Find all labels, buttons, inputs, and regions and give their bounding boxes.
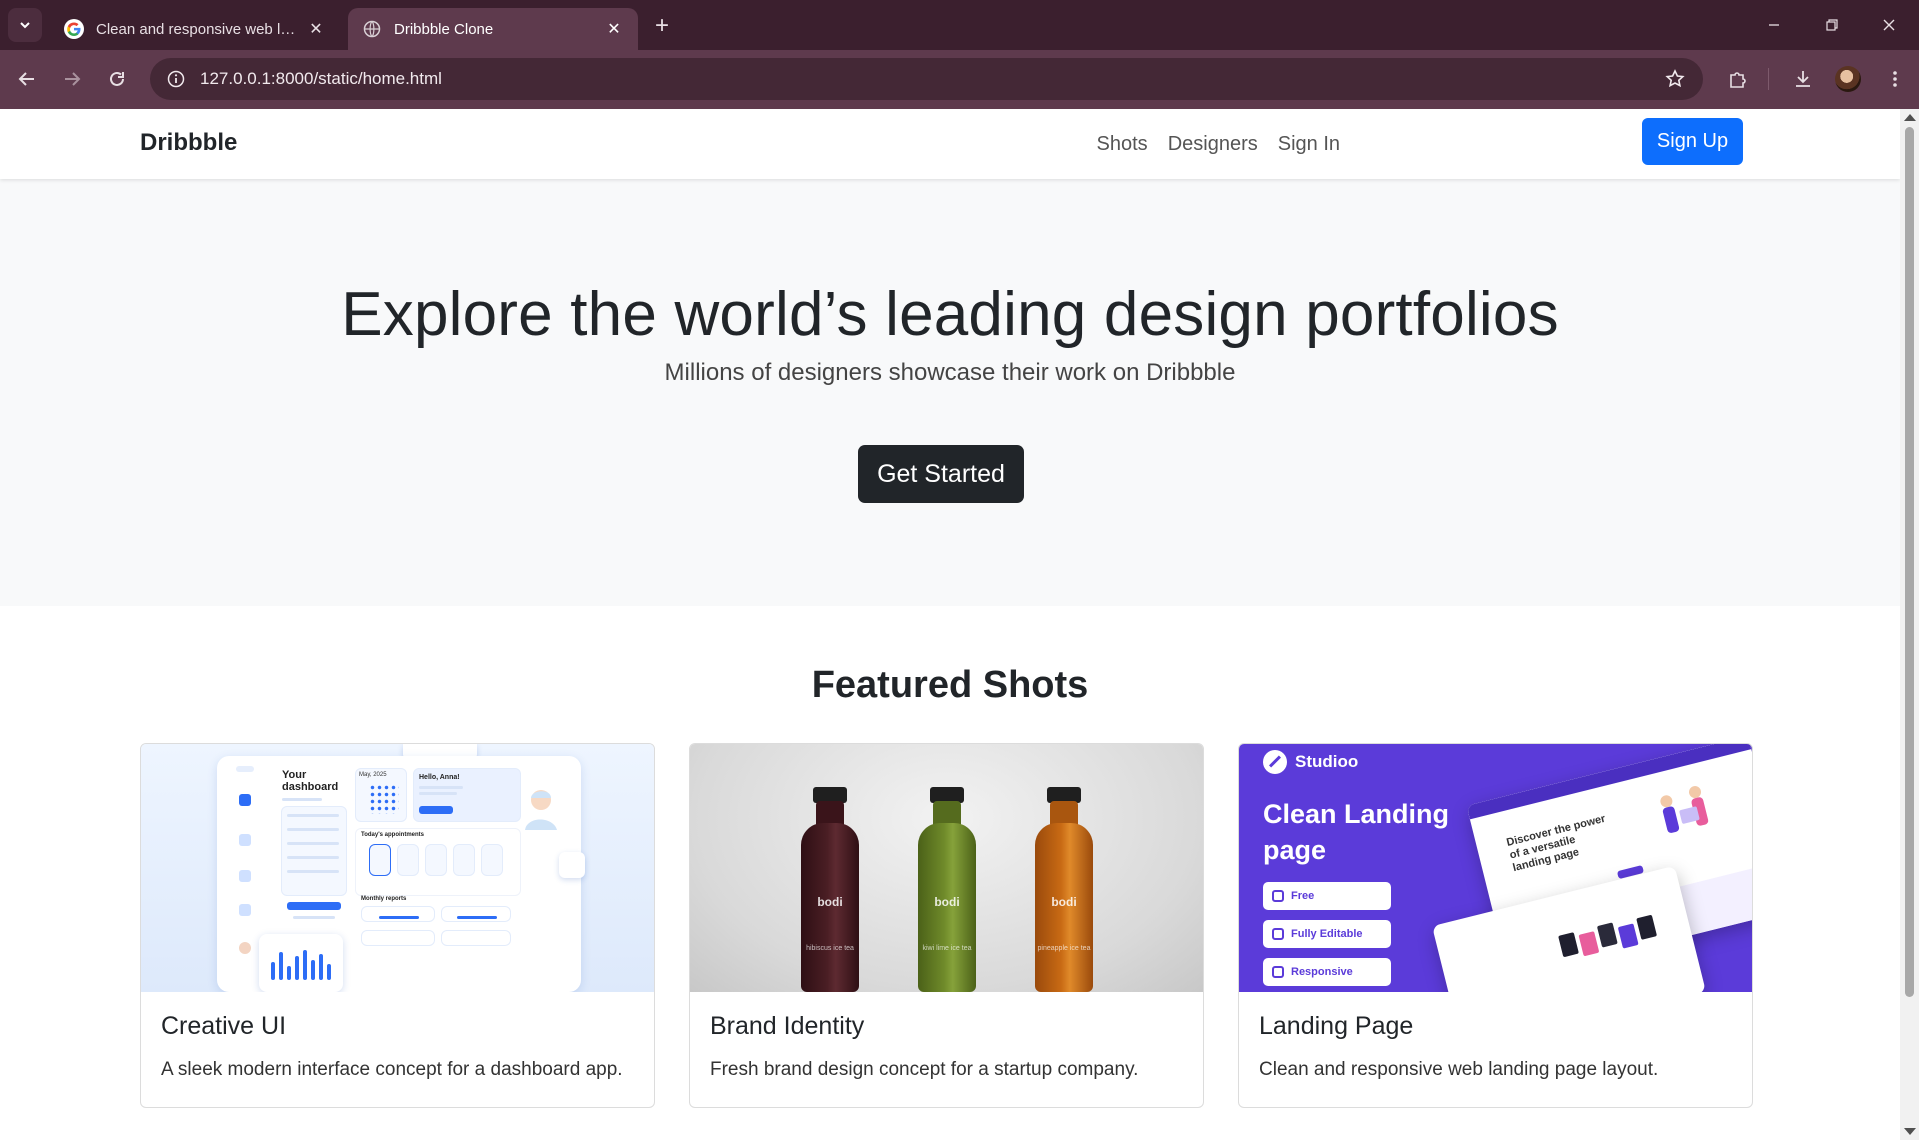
menu-button[interactable] bbox=[1878, 62, 1912, 96]
landing-headline: Clean Landing page bbox=[1263, 799, 1450, 865]
reload-icon bbox=[110, 71, 124, 86]
devices-icon bbox=[1272, 966, 1284, 978]
nav-link-shots[interactable]: Shots bbox=[1097, 133, 1148, 156]
reports-label: Monthly reports bbox=[361, 896, 407, 902]
arrow-left-icon bbox=[18, 72, 34, 86]
card-title: Creative UI bbox=[161, 1012, 287, 1040]
profile-avatar[interactable] bbox=[1835, 66, 1861, 92]
card-description: A sleek modern interface concept for a d… bbox=[161, 1059, 623, 1080]
download-icon bbox=[1796, 71, 1810, 87]
restore-icon bbox=[1826, 19, 1838, 31]
toolbar-divider bbox=[1768, 68, 1769, 90]
tag-icon bbox=[1272, 890, 1284, 902]
bottle-hibiscus: bodi hibiscus ice tea bbox=[801, 787, 859, 992]
minimize-icon bbox=[1769, 24, 1779, 26]
address-bar[interactable]: 127.0.0.1:8000/static/home.html bbox=[150, 58, 1703, 100]
calendar-grid bbox=[369, 784, 399, 814]
bottle-pineapple: bodi pineapple ice tea bbox=[1035, 787, 1093, 992]
scroll-down-arrow-icon[interactable] bbox=[1904, 1128, 1916, 1135]
edit-icon bbox=[1272, 928, 1284, 940]
close-window-button[interactable] bbox=[1867, 8, 1911, 42]
puzzle-icon bbox=[1730, 72, 1746, 88]
landing-thumbnail: Discover the power of a versatile landin… bbox=[1239, 744, 1752, 992]
studioo-logo: Studioo bbox=[1263, 750, 1358, 774]
pill-free: Free bbox=[1263, 882, 1391, 910]
hero-subtitle: Millions of designers showcase their wor… bbox=[664, 359, 1236, 386]
get-started-button[interactable]: Get Started bbox=[858, 445, 1024, 503]
scrollbar-thumb[interactable] bbox=[1905, 127, 1914, 997]
bottle-kiwi-lime: bodi kiwi lime ice tea bbox=[918, 787, 976, 992]
tab-dribbble-clone[interactable]: Dribbble Clone ✕ bbox=[348, 8, 638, 50]
browser-chrome: Clean and responsive web landi ✕ Dribbbl… bbox=[0, 0, 1919, 109]
sign-up-button[interactable]: Sign Up bbox=[1642, 118, 1743, 165]
browser-toolbar: 127.0.0.1:8000/static/home.html bbox=[0, 50, 1919, 109]
card-body: Creative UI A sleek modern interface con… bbox=[141, 992, 654, 1107]
google-g-icon bbox=[64, 19, 84, 39]
chevron-down-icon bbox=[20, 22, 30, 29]
reload-button[interactable] bbox=[100, 62, 134, 96]
card-title: Brand Identity bbox=[710, 1012, 865, 1040]
bar-chart-widget bbox=[259, 934, 343, 992]
forward-button[interactable] bbox=[55, 62, 89, 96]
tab-title: Dribbble Clone bbox=[394, 20, 494, 38]
pill-fully-editable: Fully Editable bbox=[1263, 920, 1391, 948]
site-info-icon[interactable] bbox=[164, 67, 188, 91]
shot-card-creative-ui[interactable]: Your dashboard May, 2025 Hello, Anna! To… bbox=[140, 743, 655, 1108]
kebab-menu-icon bbox=[1893, 71, 1897, 87]
page-scrollbar[interactable] bbox=[1900, 109, 1919, 1140]
brand-logo[interactable]: Dribbble bbox=[140, 129, 237, 157]
minimize-button[interactable] bbox=[1752, 8, 1796, 42]
people-illustration bbox=[1660, 786, 1709, 833]
greeting-text: Hello, Anna! bbox=[419, 774, 460, 781]
new-tab-button[interactable]: + bbox=[648, 12, 676, 40]
hero-title: Explore the world’s leading design portf… bbox=[341, 280, 1559, 349]
dashboard-thumbnail: Your dashboard May, 2025 Hello, Anna! To… bbox=[141, 744, 654, 992]
page-viewport: Dribbble Shots Designers Sign In Sign Up… bbox=[0, 109, 1900, 1140]
tab-landing[interactable]: Clean and responsive web landi ✕ bbox=[50, 8, 340, 50]
close-tab-icon[interactable]: ✕ bbox=[306, 19, 326, 39]
extensions-button[interactable] bbox=[1721, 62, 1755, 96]
calendar-month: May, 2025 bbox=[359, 772, 387, 778]
bookmark-star-icon[interactable] bbox=[1663, 67, 1687, 91]
pill-responsive: Responsive bbox=[1263, 958, 1391, 986]
arrow-right-icon bbox=[65, 72, 81, 86]
scroll-up-arrow-icon[interactable] bbox=[1904, 114, 1916, 121]
card-body: Landing Page Clean and responsive web la… bbox=[1239, 992, 1752, 1107]
back-button[interactable] bbox=[10, 62, 44, 96]
site-navbar: Dribbble Shots Designers Sign In Sign Up bbox=[0, 109, 1900, 179]
close-icon bbox=[1883, 19, 1895, 31]
featured-shots-title: Featured Shots bbox=[811, 664, 1089, 706]
appointments-label: Today's appointments bbox=[361, 832, 424, 838]
dashboard-heading: Your dashboard bbox=[282, 769, 339, 793]
card-description: Fresh brand design concept for a startup… bbox=[710, 1059, 1139, 1080]
card-body: Brand Identity Fresh brand design concep… bbox=[690, 992, 1203, 1107]
nav-link-sign-in[interactable]: Sign In bbox=[1278, 133, 1340, 156]
close-tab-icon[interactable]: ✕ bbox=[604, 19, 624, 39]
doctor-illustration bbox=[525, 790, 557, 830]
hero-section: Explore the world’s leading design portf… bbox=[0, 179, 1900, 606]
tab-title: Clean and responsive web landi bbox=[96, 20, 298, 38]
card-title: Landing Page bbox=[1259, 1012, 1414, 1040]
tab-search-button[interactable] bbox=[8, 8, 42, 42]
shot-card-landing-page[interactable]: Discover the power of a versatile landin… bbox=[1238, 743, 1753, 1108]
bottles-thumbnail: bodi hibiscus ice tea bodi kiwi lime ice… bbox=[690, 744, 1203, 992]
studioo-mark-icon bbox=[1263, 750, 1287, 774]
downloads-button[interactable] bbox=[1786, 62, 1820, 96]
restore-button[interactable] bbox=[1810, 8, 1854, 42]
nav-links: Shots Designers Sign In bbox=[1077, 109, 1340, 179]
globe-icon bbox=[362, 19, 382, 39]
dashboard-sidebar bbox=[229, 766, 263, 966]
url-text: 127.0.0.1:8000/static/home.html bbox=[200, 69, 442, 88]
tab-strip: Clean and responsive web landi ✕ Dribbbl… bbox=[0, 0, 1919, 50]
shot-card-brand-identity[interactable]: bodi hibiscus ice tea bodi kiwi lime ice… bbox=[689, 743, 1204, 1108]
nav-link-designers[interactable]: Designers bbox=[1168, 133, 1258, 156]
chat-chip bbox=[559, 852, 585, 878]
card-description: Clean and responsive web landing page la… bbox=[1259, 1059, 1659, 1080]
